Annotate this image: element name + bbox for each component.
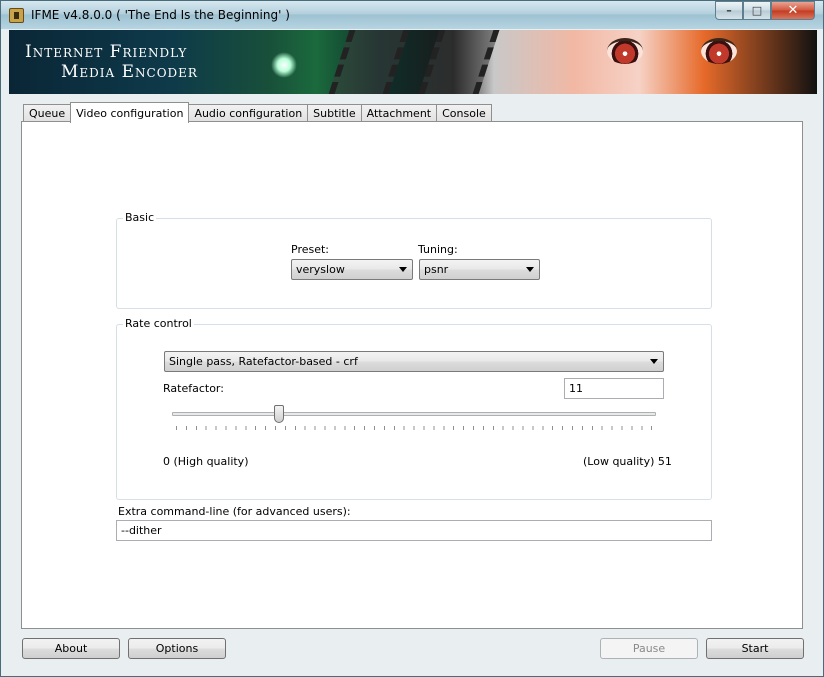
main-window: IFME v4.8.0.0 ( 'The End Is the Beginnin… [0,0,824,677]
preset-label: Preset: [291,243,330,256]
film-strip-decoration [328,30,410,94]
extra-commandline-label: Extra command-line (for advanced users): [118,505,351,518]
window-title: IFME v4.8.0.0 ( 'The End Is the Beginnin… [31,8,290,22]
ratefactor-slider-track[interactable] [172,412,656,416]
slider-max-label: (Low quality) 51 [583,455,672,468]
banner-title-line2: Media Encoder [61,62,198,82]
anime-eye-decoration [607,38,643,64]
start-button[interactable]: Start [706,638,804,659]
ratefactor-input[interactable]: 11 [564,378,664,399]
basic-group-label: Basic [123,211,157,224]
rate-control-mode-dropdown[interactable]: Single pass, Ratefactor-based - crf [164,351,664,372]
tab-attachment[interactable]: Attachment [360,104,438,122]
slider-min-label: 0 (High quality) [163,455,249,468]
tab-console[interactable]: Console [436,104,492,122]
banner-title-line1: Internet Friendly [25,42,188,62]
film-strip-decoration [418,30,500,94]
close-button[interactable]: ✕ [771,1,815,20]
app-icon[interactable] [9,8,24,23]
tuning-label: Tuning: [418,243,458,256]
basic-group: Basic Preset: veryslow Tuning: psnr [116,211,712,309]
about-button[interactable]: About [22,638,120,659]
maximize-button[interactable]: □ [743,1,771,20]
tab-queue[interactable]: Queue [23,104,72,122]
rate-control-mode-value: Single pass, Ratefactor-based - crf [169,355,358,368]
title-bar[interactable]: IFME v4.8.0.0 ( 'The End Is the Beginnin… [1,1,823,29]
tab-audio-configuration[interactable]: Audio configuration [188,104,309,122]
app-banner: Internet Friendly Media Encoder [9,30,817,94]
caption-buttons: – □ ✕ [715,1,815,20]
video-configuration-panel: Basic Preset: veryslow Tuning: psnr Rate… [21,121,803,629]
options-button[interactable]: Options [128,638,226,659]
banner-title: Internet Friendly Media Encoder [25,42,198,82]
chevron-down-icon [650,359,658,364]
ratefactor-slider-ticks [176,426,654,430]
light-flare-decoration [271,52,297,78]
tuning-value: psnr [424,263,449,276]
chevron-down-icon [399,267,407,272]
tab-strip: Queue Video configuration Audio configur… [23,102,492,123]
pause-button[interactable]: Pause [600,638,698,659]
chevron-down-icon [526,267,534,272]
ratefactor-slider-thumb[interactable] [274,405,285,423]
anime-eye-decoration [701,38,737,64]
tab-video-configuration[interactable]: Video configuration [70,102,190,123]
extra-commandline-input[interactable]: --dither [116,520,712,541]
ratefactor-value: 11 [569,382,583,395]
tab-subtitle[interactable]: Subtitle [307,104,362,122]
minimize-button[interactable]: – [715,1,743,20]
ratefactor-label: Ratefactor: [163,382,224,395]
preset-dropdown[interactable]: veryslow [291,259,413,280]
rate-control-group-label: Rate control [123,317,194,330]
extra-commandline-value: --dither [121,524,162,537]
rate-control-group: Rate control Single pass, Ratefactor-bas… [116,317,712,500]
preset-value: veryslow [296,263,345,276]
tuning-dropdown[interactable]: psnr [419,259,540,280]
